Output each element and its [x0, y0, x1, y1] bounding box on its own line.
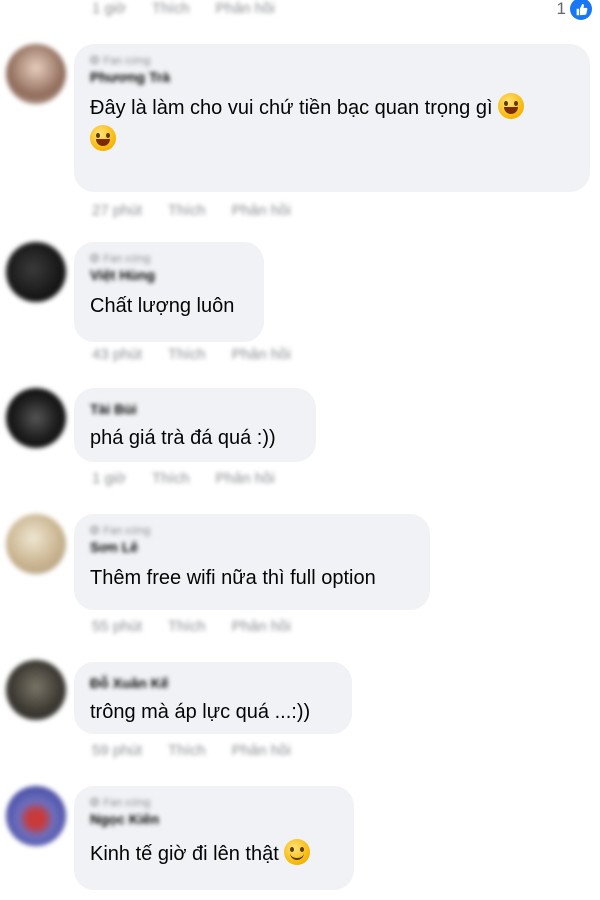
comment-actions: 55 phút Thích Phản hồi — [92, 618, 291, 635]
avatar[interactable] — [6, 44, 66, 104]
comment-text: Đây là làm cho vui chứ tiền bạc quan trọ… — [90, 92, 574, 156]
comment-text-content: Đây là làm cho vui chứ tiền bạc quan trọ… — [90, 97, 493, 119]
like-link[interactable]: Thích — [168, 742, 206, 759]
comment-actions: 27 phút Thích Phản hồi — [92, 202, 291, 219]
reply-link[interactable]: Phản hồi — [232, 202, 291, 219]
comment-text: Kinh tế giờ đi lên thật — [90, 838, 338, 870]
comment-time: 43 phút — [92, 346, 143, 363]
comment-actions: 59 phút Thích Phản hồi — [92, 742, 291, 759]
comment-text: Thêm free wifi nữa thì full option — [90, 567, 376, 589]
reaction-count[interactable]: 1 — [557, 0, 592, 20]
reply-link[interactable]: Phản hồi — [232, 618, 291, 635]
like-link[interactable]: Thích — [168, 346, 206, 363]
comment-bubble: ✪ Fan cứng Ngọc Kiên Kinh tế giờ đi lên … — [74, 786, 354, 890]
comment-bubble: ✪ Fan cứng Sơn Lê Thêm free wifi nữa thì… — [74, 514, 430, 610]
badge-icon: ✪ — [90, 55, 100, 67]
comment-time: 1 giờ — [92, 470, 127, 487]
comment-author[interactable]: Tài Bùi — [90, 400, 300, 418]
fan-badge: ✪ Fan cứng — [90, 524, 414, 538]
comment-author[interactable]: Sơn Lê — [90, 538, 414, 556]
comment-author[interactable]: Việt Hùng — [90, 266, 248, 284]
comment-author[interactable]: Đỗ Xuân Kế — [90, 674, 336, 692]
avatar[interactable] — [6, 514, 66, 574]
comment-text: trông mà áp lực quá ...:)) — [90, 701, 311, 723]
comment-text: phá giá trà đá quá :)) — [90, 427, 276, 449]
badge-icon: ✪ — [90, 525, 100, 537]
reply-link[interactable]: Phản hồi — [216, 470, 275, 487]
fan-badge: ✪ Fan cứng — [90, 796, 338, 810]
badge-icon: ✪ — [90, 253, 100, 265]
thumbs-up-icon — [570, 0, 592, 20]
slightly-smiling-icon — [284, 839, 311, 865]
avatar[interactable] — [6, 242, 66, 302]
reply-link[interactable]: Phản hồi — [232, 346, 291, 363]
reply-link[interactable]: Phản hồi — [216, 0, 275, 17]
badge-label: Fan cứng — [103, 253, 151, 265]
like-link[interactable]: Thích — [152, 470, 190, 487]
avatar[interactable] — [6, 660, 66, 720]
prev-comment-actions: 1 giờ Thích Phản hồi — [92, 0, 275, 17]
like-link[interactable]: Thích — [168, 618, 206, 635]
badge-label: Fan cứng — [103, 55, 151, 67]
badge-label: Fan cứng — [103, 797, 151, 809]
avatar[interactable] — [6, 388, 66, 448]
comment-time: 55 phút — [92, 618, 143, 635]
like-link[interactable]: Thích — [152, 0, 190, 17]
comment-time: 1 giờ — [92, 0, 127, 17]
comment-author[interactable]: Phương Trà — [90, 68, 574, 86]
reaction-count-number: 1 — [556, 0, 566, 18]
fan-badge: ✪ Fan cứng — [90, 252, 248, 266]
comment-text: Chất lượng luôn — [90, 295, 235, 317]
fan-badge: ✪ Fan cứng — [90, 54, 574, 68]
comment-time: 27 phút — [92, 202, 143, 219]
rolling-laughing-icon — [90, 125, 116, 151]
comment-author[interactable]: Ngọc Kiên — [90, 810, 338, 828]
comment-bubble: ✪ Fan cứng Phương Trà Đây là làm cho vui… — [74, 44, 590, 192]
badge-icon: ✪ — [90, 797, 100, 809]
avatar[interactable] — [6, 786, 66, 846]
comment-bubble: Đỗ Xuân Kế trông mà áp lực quá ...:)) — [74, 662, 352, 734]
comment-time: 59 phút — [92, 742, 143, 759]
comment-bubble: ✪ Fan cứng Việt Hùng Chất lượng luôn — [74, 242, 264, 342]
comment-text-content: Kinh tế giờ đi lên thật — [90, 843, 279, 865]
like-link[interactable]: Thích — [168, 202, 206, 219]
comment-actions: 43 phút Thích Phản hồi — [92, 346, 291, 363]
comment-bubble: Tài Bùi phá giá trà đá quá :)) — [74, 388, 316, 462]
reply-link[interactable]: Phản hồi — [232, 742, 291, 759]
rolling-laughing-icon — [498, 93, 525, 119]
badge-label: Fan cứng — [103, 525, 151, 537]
comment-actions: 1 giờ Thích Phản hồi — [92, 470, 275, 487]
